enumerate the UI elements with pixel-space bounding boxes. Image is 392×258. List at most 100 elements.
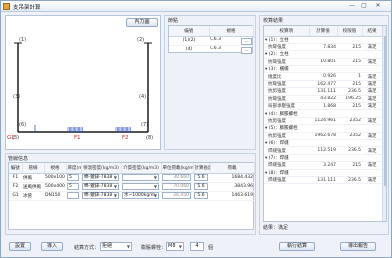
pipe-len-input[interactable]: 5.6: [194, 183, 208, 190]
joint-row[interactable]: (1)(2) ∟6.3 ...: [169, 36, 253, 46]
pipe-row[interactable]: F1 供風 500x100 5 棉-鍍鋅-7838 ▼ ▼ 30.660 5.6 1684.432: [9, 173, 254, 183]
result-item: 抗剪強度: [264, 117, 309, 126]
result-status: [362, 139, 382, 148]
pipe-len-input[interactable]: 5.6: [194, 174, 208, 181]
joint-browse-button[interactable]: ...: [241, 46, 252, 53]
pipe-ins-select[interactable]: 棉-鍍鋅-7838 ▼: [82, 192, 119, 199]
maximize-icon[interactable]: ▢: [359, 2, 369, 10]
support-frame-diagram: (1) (2)(3) (4)(5)(6) (7)(8)G1 F1 F2: [7, 37, 153, 141]
result-status: 滿足: [362, 87, 382, 96]
pipe-ins-select[interactable]: 棉-鍍鋅-7838 ▼: [82, 174, 119, 181]
chevron-down-icon: ▼: [113, 193, 117, 198]
pipe-table: 編號 管線 規格 厚度(mm) 保溫密度(kg/m3) 介質密度(kg/m3) …: [9, 163, 255, 201]
result-row[interactable]: 抗剪強度 1124.961 2352 滿足: [264, 117, 382, 126]
result-limit: 215: [337, 58, 362, 67]
pipe-ins-select[interactable]: 棉-鍍鋅-7838 ▼: [82, 183, 119, 190]
pipe-med-value: 水~1000kg/m: [124, 193, 156, 198]
result-row[interactable]: 抗彎強度 7.834 215 滿足: [264, 43, 382, 52]
results-scrollbar[interactable]: [382, 26, 386, 221]
joint-title: 節點: [168, 18, 179, 24]
pipe-spec: 500x400: [44, 182, 66, 192]
pipe-thk-cell: 5: [66, 182, 81, 192]
result-group-row[interactable]: ▾ (4)：膨脹螺栓: [264, 109, 382, 118]
pipe-med-select[interactable]: 水~1000kg/m ▼: [122, 192, 159, 199]
import-button[interactable]: 導入: [41, 242, 63, 251]
pipe-len-cell: 5.6: [193, 173, 210, 183]
pipe-thk-input[interactable]: 5: [67, 183, 79, 190]
result-item: 抗剪強度: [264, 87, 309, 96]
pipe-thk-input[interactable]: 5: [67, 174, 79, 181]
result-row[interactable]: 抗彎強度 10.801 215 滿足: [264, 58, 382, 67]
pipe-unit-input[interactable]: 30.660: [162, 174, 191, 181]
result-group-row[interactable]: ▾ (2)：立柱: [264, 50, 382, 59]
internal-force-button[interactable]: 內力圖: [126, 18, 158, 27]
joint-header-id: 編號: [169, 26, 210, 37]
node-label: (4): [139, 94, 146, 100]
minimize-icon[interactable]: —: [347, 2, 357, 10]
result-group-row[interactable]: ▾ (6)：焊縫: [264, 139, 382, 148]
method-select[interactable]: 拒絕 ▼: [100, 242, 132, 251]
window-title: 支吊架計算: [13, 5, 41, 11]
pipe-spec: DN150: [44, 191, 66, 201]
result-row[interactable]: 焊縫強度 112.519 236.5 滿足: [264, 146, 382, 155]
pipe-med-select[interactable]: ▼: [122, 174, 159, 181]
node-label: (8): [146, 135, 153, 141]
result-status: [362, 36, 382, 44]
result-limit: [337, 154, 362, 163]
pipe-ins-cell: 棉-鍍鋅-7838 ▼: [81, 191, 121, 201]
joint-browse-button[interactable]: ...: [241, 37, 252, 44]
settings-button[interactable]: 設置: [9, 242, 31, 251]
result-value: 1124.961: [309, 117, 337, 126]
bolt-select[interactable]: M8 ▼: [166, 242, 184, 251]
result-item: ▾ (4)：膨脹螺栓: [264, 109, 309, 118]
result-status: [362, 154, 382, 163]
result-item: ▾ (6)：焊縫: [264, 139, 309, 148]
f2-label: F2: [122, 135, 129, 141]
pipe-unit-cell: 30.660: [161, 173, 193, 183]
result-row[interactable]: 焊縫強度 3.247 215 滿足: [264, 161, 382, 170]
result-group-row[interactable]: ▾ (5)：膨脹螺栓: [264, 124, 382, 133]
result-limit: 236.5: [337, 146, 362, 155]
result-limit: 215: [337, 161, 362, 170]
result-row[interactable]: 抗剪強度 131.111 236.5 滿足: [264, 87, 382, 96]
pipe-ins-cell: 棉-鍍鋅-7838 ▼: [81, 182, 121, 192]
results-scroll-thumb[interactable]: [384, 36, 386, 186]
export-report-button[interactable]: 導出報告: [340, 242, 376, 251]
result-group-row[interactable]: ▾ (8)：焊縫: [264, 169, 382, 177]
pipe-len-input[interactable]: 5.6: [194, 192, 208, 199]
result-row[interactable]: 抗剪強度 1962.678 2352 滿足: [264, 132, 382, 140]
pipe-med-select[interactable]: ▼: [122, 183, 159, 190]
pipe-unit-input[interactable]: 26.450: [162, 192, 191, 199]
result-status: [362, 109, 382, 118]
calculate-button[interactable]: 執行結算: [279, 242, 315, 251]
result-limit: [337, 36, 362, 44]
pipe-row[interactable]: G1 冰管 DN150 棉-鍍鋅-7838 ▼ 水~1000kg/m ▼ 26.450 5.6 1…: [9, 191, 254, 201]
title-bar: 支吊架計算 — ▢ ✕: [1, 1, 391, 12]
pipe-id: F1: [9, 173, 22, 183]
bolt-count-input[interactable]: 4: [190, 242, 204, 251]
joint-row[interactable]: (4) ∟6.3 ...: [169, 45, 253, 55]
result-group-row[interactable]: ▾ (3)：橫擔: [264, 65, 382, 74]
pipe-row[interactable]: F2 送風供風 500x400 5 棉-鍍鋅-7838 ▼ ▼ 70.060 5.6 3843.9…: [9, 182, 254, 192]
result-row[interactable]: 抗彎強度 43.822 196.25 滿足: [264, 95, 382, 104]
joint-spec-cell: ∟6.3 ...: [209, 36, 253, 46]
pipe-header-load: 荷載: [210, 163, 255, 174]
result-group-row[interactable]: ▾ (7)：焊縫: [264, 154, 382, 163]
pipe-thk-input[interactable]: [67, 192, 79, 199]
result-row[interactable]: 局部承壓強度 1.868 215 滿足: [264, 102, 382, 111]
result-limit: 196.25: [337, 95, 362, 104]
result-row[interactable]: 抗彎強度 162.477 215 滿足: [264, 80, 382, 89]
result-row[interactable]: 焊縫強度 131.111 236.5 滿足: [264, 176, 382, 185]
result-status: 滿足: [362, 102, 382, 111]
result-value: 0.926: [309, 72, 337, 81]
close-icon[interactable]: ✕: [373, 2, 383, 10]
pipe-unit-input[interactable]: 70.060: [162, 183, 191, 190]
result-row[interactable]: 撓度比 0.926 1 滿足: [264, 72, 382, 81]
bolt-unit: 個: [208, 245, 214, 251]
result-group-row[interactable]: ▾ (1)：立柱: [264, 36, 382, 44]
result-item: 抗彎強度: [264, 80, 309, 89]
results-table: 校算項 計算值 校限值 結果 ▾ (1)：立柱 抗彎強度 7.834 215 滿足 ▾ (…: [264, 26, 383, 185]
joint-header-spec: 規格: [209, 26, 254, 37]
result-value: 1962.678: [309, 132, 337, 140]
chevron-down-icon: ▼: [178, 244, 182, 249]
